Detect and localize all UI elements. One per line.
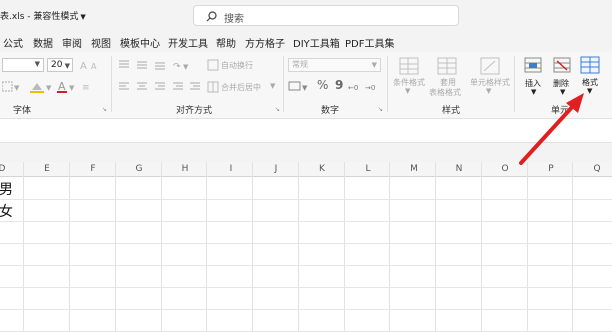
arrow-shaft [519, 103, 576, 165]
red-arrow-annotation [519, 93, 584, 165]
